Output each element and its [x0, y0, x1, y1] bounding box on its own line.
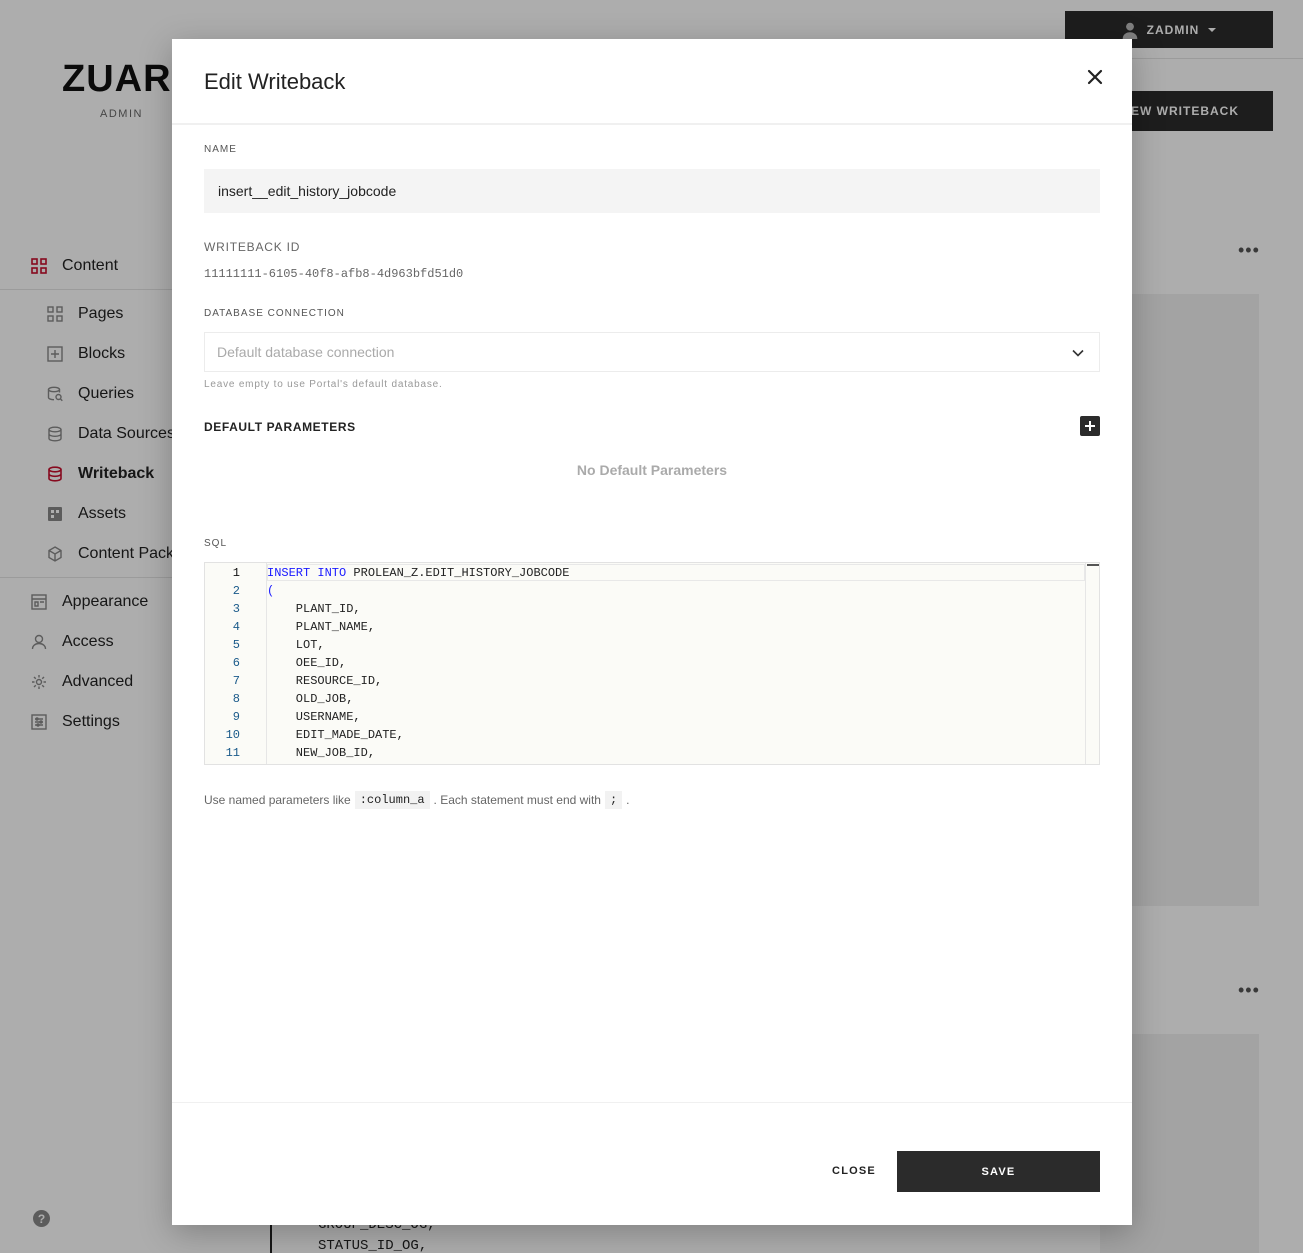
- code-line: PLANT_ID,: [267, 602, 361, 616]
- code-line: NEW_JOB_ID,: [267, 746, 375, 760]
- database-connection-placeholder: Default database connection: [217, 344, 395, 360]
- scrollbar-thumb[interactable]: [1087, 564, 1099, 566]
- dialog-header: Edit Writeback: [172, 39, 1132, 125]
- footnote-text: . Each statement must end with: [433, 793, 601, 807]
- name-label: NAME: [204, 144, 237, 155]
- database-connection-hint: Leave empty to use Portal's default data…: [204, 379, 443, 390]
- line-number: 4: [232, 620, 240, 634]
- line-number: 3: [232, 602, 240, 616]
- vertical-scrollbar[interactable]: [1085, 563, 1099, 764]
- plus-icon: [1085, 421, 1095, 431]
- footnote-code: ;: [604, 791, 623, 809]
- close-button[interactable]: CLOSE: [820, 1151, 888, 1191]
- line-number: 10: [225, 728, 240, 742]
- sql-text: EDIT_MADE_DATE,: [267, 728, 404, 742]
- chevron-down-icon: [1072, 349, 1084, 357]
- default-parameters-title: DEFAULT PARAMETERS: [204, 420, 356, 434]
- footnote-text: .: [626, 793, 630, 807]
- writeback-id-value: 11111111-6105-40f8-afb8-4d963bfd51d0: [204, 267, 464, 281]
- sql-text: RESOURCE_ID,: [267, 674, 383, 688]
- sql-text: LOT,: [267, 638, 325, 652]
- code-line: EDIT_MADE_DATE,: [267, 728, 404, 742]
- code-line: PLANT_NAME,: [267, 620, 375, 634]
- sql-text: PROLEAN_Z.EDIT_HISTORY_JOBCODE: [346, 566, 570, 580]
- sql-keyword: INSERT INTO: [267, 566, 347, 580]
- database-connection-select[interactable]: Default database connection: [204, 332, 1100, 372]
- sql-text: PLANT_NAME,: [267, 620, 376, 634]
- writeback-id-label: WRITEBACK ID: [204, 240, 301, 254]
- line-number: 1: [232, 566, 240, 580]
- database-connection-label: DATABASE CONNECTION: [204, 308, 345, 319]
- sql-text: USERNAME,: [267, 710, 361, 724]
- line-number: 6: [232, 656, 240, 670]
- code-line: RESOURCE_ID,: [267, 674, 382, 688]
- line-number: 11: [225, 746, 240, 760]
- line-number: 5: [232, 638, 240, 652]
- code-line: OEE_ID,: [267, 656, 346, 670]
- no-parameters-message: No Default Parameters: [576, 462, 728, 478]
- close-icon[interactable]: [1083, 65, 1107, 89]
- line-number: 8: [232, 692, 240, 706]
- add-parameter-button[interactable]: [1080, 416, 1100, 436]
- divider: [172, 1102, 1132, 1103]
- line-number: 9: [232, 710, 240, 724]
- code-line: USERNAME,: [267, 710, 361, 724]
- code-line: INSERT INTO PROLEAN_Z.EDIT_HISTORY_JOBCO…: [267, 566, 569, 580]
- code-line: OLD_JOB,: [267, 692, 354, 706]
- line-number: 7: [232, 674, 240, 688]
- sql-keyword: (: [267, 584, 275, 598]
- sql-label: SQL: [204, 538, 228, 549]
- sql-text: PLANT_ID,: [267, 602, 361, 616]
- code-line: (: [267, 584, 274, 598]
- footnote-code: :column_a: [354, 791, 430, 809]
- sql-text: NEW_JOB_ID,: [267, 746, 376, 760]
- dialog-title: Edit Writeback: [204, 69, 346, 94]
- sql-text: OEE_ID,: [267, 656, 347, 670]
- sql-text: OLD_JOB,: [267, 692, 354, 706]
- name-input[interactable]: [204, 169, 1100, 213]
- sql-help-text: Use named parameters like :column_a . Ea…: [204, 791, 630, 809]
- code-line: LOT,: [267, 638, 325, 652]
- line-number: 2: [232, 584, 240, 598]
- save-button[interactable]: SAVE: [897, 1151, 1100, 1192]
- footnote-text: Use named parameters like: [204, 793, 351, 807]
- line-number-gutter: 1 2 3 4 5 6 7 8 9 10 11: [205, 563, 267, 764]
- edit-writeback-dialog: Edit Writeback NAME WRITEBACK ID 1111111…: [172, 39, 1132, 1225]
- sql-editor[interactable]: 1 2 3 4 5 6 7 8 9 10 11 INSERT INTO PROLEAN_Z.EDIT…: [204, 562, 1100, 765]
